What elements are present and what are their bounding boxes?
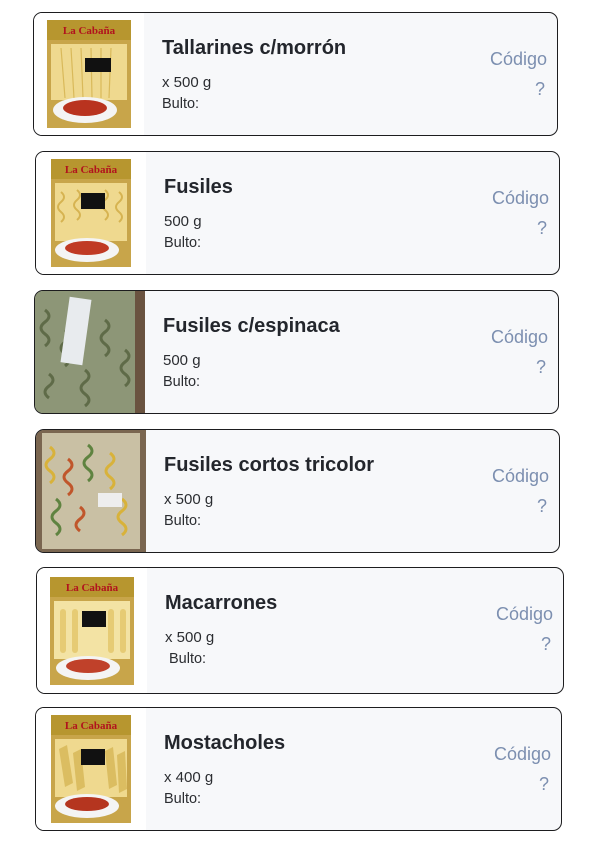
product-card[interactable]: La Cabaña Tallarines c/morrón x 500 g Bu… bbox=[33, 12, 558, 136]
product-card[interactable]: La Cabaña Mostacholes x 400 g Bulto: Cód… bbox=[35, 707, 562, 831]
product-weight: x 400 g bbox=[164, 769, 214, 786]
svg-text:La Cabaña: La Cabaña bbox=[65, 164, 118, 176]
product-code-value: ? bbox=[536, 218, 547, 238]
product-card[interactable]: La Cabaña Macarrones x 500 g Bulto: Códi… bbox=[36, 567, 564, 694]
product-card[interactable]: Fusiles c/espinaca 500 g Bulto: Código ? bbox=[34, 290, 559, 414]
product-weight: 500 g bbox=[164, 213, 202, 230]
product-code-label: Código bbox=[490, 327, 548, 347]
product-image: La Cabaña bbox=[36, 708, 146, 830]
product-code-label: Código bbox=[491, 466, 549, 486]
product-name: Fusiles c/espinaca bbox=[163, 315, 340, 337]
product-code-value: ? bbox=[538, 774, 549, 794]
product-card[interactable]: La Cabaña Fusiles 500 g Bulto: Código ? bbox=[35, 151, 560, 275]
product-name: Fusiles bbox=[164, 176, 233, 198]
product-bulto: Bulto: bbox=[162, 96, 200, 112]
svg-text:La Cabaña: La Cabaña bbox=[66, 582, 119, 594]
product-card[interactable]: Fusiles cortos tricolor x 500 g Bulto: C… bbox=[35, 429, 560, 553]
product-name: Macarrones bbox=[165, 592, 278, 614]
svg-text:La Cabaña: La Cabaña bbox=[65, 720, 118, 732]
product-code-label: Código bbox=[493, 744, 551, 764]
product-image bbox=[35, 291, 145, 413]
product-image: La Cabaña bbox=[34, 13, 144, 135]
svg-text:La Cabaña: La Cabaña bbox=[63, 25, 116, 37]
product-bulto: Bulto: bbox=[164, 791, 202, 807]
product-bulto: Bulto: bbox=[164, 513, 202, 529]
product-bulto: Bulto: bbox=[164, 235, 202, 251]
product-name: Fusiles cortos tricolor bbox=[164, 454, 375, 476]
product-code-label: Código bbox=[489, 49, 547, 69]
product-code-label: Código bbox=[495, 604, 553, 624]
product-bulto: Bulto: bbox=[163, 374, 201, 390]
product-code-value: ? bbox=[536, 496, 547, 516]
product-code-value: ? bbox=[540, 634, 551, 654]
product-weight: x 500 g bbox=[165, 629, 215, 646]
product-weight: x 500 g bbox=[164, 491, 214, 508]
product-code-label: Código bbox=[491, 188, 549, 208]
product-code-value: ? bbox=[535, 357, 546, 377]
product-image: La Cabaña bbox=[36, 152, 146, 274]
product-image: La Cabaña bbox=[37, 568, 147, 693]
product-code-value: ? bbox=[534, 79, 545, 99]
product-name: Mostacholes bbox=[164, 732, 286, 754]
product-image bbox=[36, 430, 146, 552]
product-bulto: Bulto: bbox=[169, 651, 207, 667]
product-weight: 500 g bbox=[163, 352, 201, 369]
product-weight: x 500 g bbox=[162, 74, 212, 91]
product-name: Tallarines c/morrón bbox=[162, 37, 347, 59]
